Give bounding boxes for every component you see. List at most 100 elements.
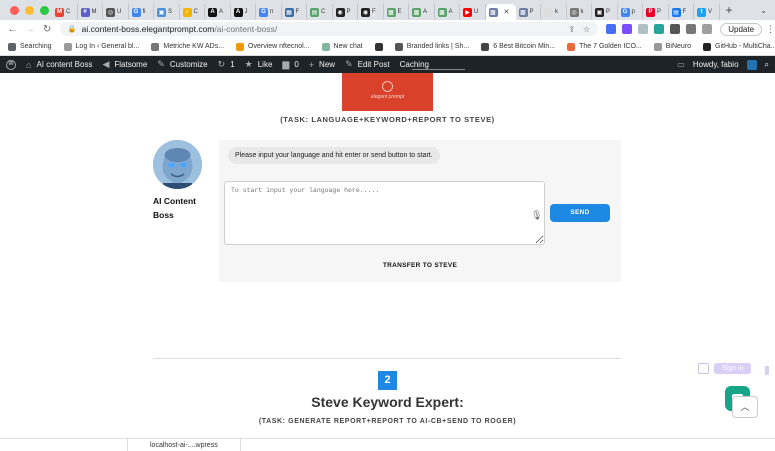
browser-tab[interactable]: ◎ U — [103, 4, 129, 20]
admin-bar-site-link[interactable]: ⌂ AI content Boss — [26, 60, 92, 70]
bookmark-favicon-icon — [321, 42, 330, 51]
back-arrow-icon[interactable]: ← — [4, 24, 21, 35]
forward-arrow-icon[interactable]: → — [21, 24, 38, 35]
browser-tab[interactable]: Gfi — [129, 4, 154, 20]
url-path: /ai-content-boss/ — [214, 24, 278, 34]
bookmark-favicon-icon — [236, 42, 245, 51]
browser-tab[interactable]: ◉ P — [333, 4, 358, 20]
bookmark-favicon-icon — [567, 42, 576, 51]
language-input[interactable] — [224, 181, 545, 245]
browser-tab[interactable]: ▩ A — [435, 4, 460, 20]
browser-tab[interactable]: Gn — [256, 4, 282, 20]
tab-favicon-icon: ▩ — [488, 7, 498, 17]
elegant-prompt-logo-icon — [382, 81, 393, 92]
extension-icon[interactable] — [638, 24, 649, 34]
browser-tab[interactable]: ▣ P — [592, 4, 618, 20]
admin-bar-comments[interactable]: ▆ 0 — [282, 59, 298, 70]
browser-tab[interactable]: ▣ S — [154, 4, 180, 20]
browser-tab[interactable]: ▤ C — [307, 4, 333, 20]
browser-tab[interactable]: ▩ P — [516, 4, 541, 20]
admin-bar-updates[interactable]: ↻ 1 — [218, 59, 235, 70]
browser-tab[interactable]: ▤ F — [669, 4, 694, 20]
howdy-label[interactable]: Howdy, fabio — [693, 60, 739, 69]
bookmark-item[interactable]: Overview nftecnol... — [236, 42, 310, 51]
tab-favicon-icon: ▣ — [157, 7, 166, 17]
new-tab-button[interactable]: + — [726, 3, 733, 17]
banner-brand-text: elegant prompt — [370, 94, 405, 100]
update-button[interactable]: Update — [720, 22, 763, 36]
browser-tab[interactable]: ▩ ✕ — [485, 4, 516, 20]
bookmark-item[interactable]: 6 Best Bitcoin Min... — [481, 42, 555, 51]
browser-tab[interactable]: k — [541, 4, 567, 20]
admin-bar-edit-post[interactable]: ✎ Edit Post — [345, 59, 390, 70]
download-item[interactable]: localhost-ai-....wpress — [127, 439, 241, 451]
browser-tab[interactable]: ▶ U — [460, 4, 486, 20]
extension-icon[interactable] — [654, 24, 665, 34]
admin-bar-theme-link[interactable]: ◀ Flatsome — [102, 59, 147, 70]
browser-tab[interactable]: ▩ A — [409, 4, 435, 20]
bookmark-item[interactable]: GitHub - MultiCha... — [703, 42, 775, 51]
bookmark-item[interactable]: BiNeuro — [653, 42, 691, 51]
section-number-badge: 2 — [378, 371, 397, 390]
image-icon[interactable] — [698, 363, 709, 374]
bookmark-star-icon[interactable]: ☆ — [583, 25, 590, 34]
profile-icon[interactable] — [702, 24, 713, 34]
share-icon[interactable]: ⇪ — [568, 25, 575, 34]
browser-tab[interactable]: Gp — [618, 4, 643, 20]
screen-icon[interactable]: ▭ — [677, 60, 685, 69]
tab-label: V — [708, 9, 713, 15]
browser-tab[interactable]: ◉ F — [358, 4, 384, 20]
lock-icon[interactable]: 🔒 — [68, 25, 77, 33]
admin-bar-caching[interactable]: Caching — [400, 60, 429, 69]
browser-menu-icon[interactable]: ⋮ — [766, 24, 775, 35]
browser-tab[interactable]: AA — [205, 4, 231, 20]
tab-label: C — [193, 9, 198, 15]
browser-tab[interactable]: ◎ k — [567, 4, 592, 20]
minimize-window-button[interactable] — [25, 5, 34, 15]
user-avatar[interactable] — [746, 59, 757, 70]
zoom-window-button[interactable] — [40, 5, 49, 15]
browser-tab[interactable]: MC — [52, 4, 78, 20]
tab-favicon-icon: ▩ — [386, 7, 396, 17]
window-controls — [0, 5, 52, 15]
bookmark-item[interactable]: Branded links | Sh... — [394, 42, 470, 51]
bookmark-item[interactable]: The 7 Golden ICO... — [567, 42, 642, 51]
scroll-to-top-button[interactable]: ︿ — [732, 396, 758, 418]
admin-bar-like[interactable]: ★ Like — [245, 59, 273, 70]
browser-tab[interactable]: # M — [78, 4, 103, 20]
search-icon[interactable]: ⌕ — [765, 60, 769, 70]
reload-icon[interactable]: ↻ — [39, 24, 56, 35]
bookmark-item[interactable]: Metriche KW ADs... — [151, 42, 224, 51]
url-input[interactable]: 🔒 ai.content-boss.elegantprompt.com /ai-… — [59, 22, 599, 36]
admin-bar-new[interactable]: + New — [309, 60, 335, 70]
browser-tab[interactable]: PP — [643, 4, 669, 20]
extension-icon[interactable] — [606, 24, 617, 34]
browser-tab[interactable]: AJ — [231, 4, 256, 20]
sign-in-button[interactable]: Sign in — [714, 363, 752, 374]
extension-icon[interactable] — [622, 24, 633, 34]
browser-tab[interactable]: tV — [694, 4, 720, 20]
sidebar-icon[interactable] — [686, 24, 697, 34]
transfer-to-steve-button[interactable]: TRANSFER TO STEVE — [219, 262, 621, 269]
bookmark-label: Branded links | Sh... — [406, 43, 470, 50]
section2-title: Steve Keyword Expert: — [311, 394, 464, 410]
send-button[interactable]: SEND — [550, 204, 610, 222]
bookmark-item[interactable]: Searching — [8, 42, 52, 51]
browser-tab[interactable]: ▩ E — [384, 4, 409, 20]
bookmark-item[interactable]: New chat — [321, 42, 363, 51]
tab-favicon-icon: ◎ — [106, 7, 115, 17]
microphone-icon[interactable]: 🎙 — [531, 210, 542, 221]
tab-search-chevron-icon[interactable]: ⌄ — [760, 6, 767, 15]
browser-tab[interactable]: ⚡ C — [180, 4, 205, 20]
bookmark-item[interactable]: Log In ‹ General bl... — [63, 42, 139, 51]
browser-tab[interactable]: ▦ F — [282, 4, 307, 20]
tab-label: S — [168, 9, 173, 15]
puzzle-extensions-icon[interactable] — [670, 24, 681, 34]
sign-in-edge-tab[interactable] — [765, 366, 769, 375]
bookmark-item[interactable] — [374, 42, 383, 51]
close-window-button[interactable] — [10, 5, 19, 15]
close-tab-icon[interactable]: ✕ — [504, 8, 510, 16]
wordpress-logo-icon[interactable]: W — [6, 59, 16, 70]
url-host: ai.content-boss.elegantprompt.com — [81, 24, 215, 34]
admin-bar-customize-link[interactable]: ✎ Customize — [157, 59, 207, 70]
